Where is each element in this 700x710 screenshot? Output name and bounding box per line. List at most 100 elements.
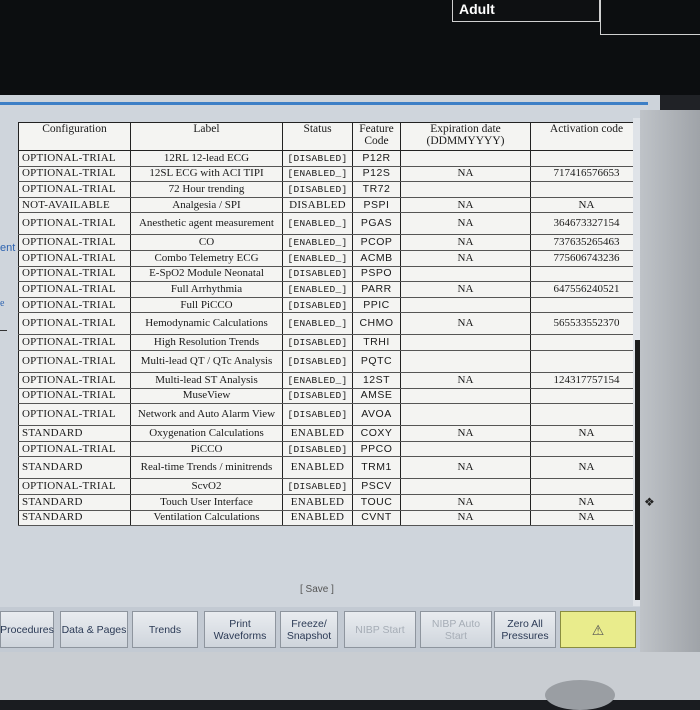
table-row[interactable]: STANDARD Ventilation Calculations ENABLED C…: [18, 510, 643, 527]
table-row[interactable]: OPTIONAL-TRIAL PiCCO [DISABLED] PPCO: [18, 441, 643, 458]
cell-label: Hemodynamic Calculations: [130, 312, 283, 336]
table-row[interactable]: OPTIONAL-TRIAL Anesthetic agent measureme…: [18, 212, 643, 236]
cell-label: Combo Telemetry ECG: [130, 250, 283, 267]
cell-expiration-date: [400, 441, 531, 458]
print-waveforms-button[interactable]: Print Waveforms: [204, 611, 276, 648]
cell-configuration: OPTIONAL-TRIAL: [18, 350, 131, 373]
table-row[interactable]: STANDARD Real-time Trends / minitrends ENA…: [18, 456, 643, 480]
cell-feature-code: TOUC: [352, 494, 401, 511]
cell-activation-code: 717416576653: [530, 166, 643, 183]
nibp-auto-start-button[interactable]: NIBP Auto Start: [420, 611, 492, 648]
table-row[interactable]: NOT-AVAILABLE Analgesia / SPI DISABLED PSPI…: [18, 197, 643, 214]
cell-configuration: NOT-AVAILABLE: [18, 197, 131, 214]
cell-feature-code: PSPO: [352, 266, 401, 283]
col-configuration: Configuration: [18, 122, 131, 151]
table-row[interactable]: OPTIONAL-TRIAL Full Arrhythmia [ENABLED_] P…: [18, 281, 643, 298]
cell-activation-code: 737635265463: [530, 234, 643, 251]
cell-status: [ENABLED_]: [282, 312, 353, 336]
cell-status: [DISABLED]: [282, 478, 353, 495]
table-row[interactable]: STANDARD Touch User Interface ENABLED TOUC N…: [18, 494, 643, 511]
data-pages-button[interactable]: Data & Pages: [60, 611, 128, 648]
save-button[interactable]: [ Save ]: [300, 584, 334, 595]
cell-feature-code: PSPI: [352, 197, 401, 214]
nibp-start-button[interactable]: NIBP Start: [344, 611, 416, 648]
table-row[interactable]: OPTIONAL-TRIAL 12RL 12-lead ECG [DISABLED]…: [18, 150, 643, 167]
table-row[interactable]: OPTIONAL-TRIAL Multi-lead ST Analysis [ENA…: [18, 372, 643, 389]
cell-status: ENABLED: [282, 510, 353, 527]
table-row[interactable]: OPTIONAL-TRIAL CO [ENABLED_] PCOP NA 73763526…: [18, 234, 643, 251]
left-edge-text: ent: [0, 242, 16, 254]
cell-expiration-date: NA: [400, 312, 531, 336]
cell-expiration-date: [400, 388, 531, 405]
cell-activation-code: 647556240521: [530, 281, 643, 298]
cell-configuration: OPTIONAL-TRIAL: [18, 297, 131, 314]
cell-activation-code: [530, 297, 643, 314]
zero-all-pressures-button[interactable]: Zero All Pressures: [494, 611, 556, 648]
cell-status: [DISABLED]: [282, 388, 353, 405]
software-options-table: Configuration Label Status Feature Code …: [18, 122, 643, 527]
freeze-snapshot-button[interactable]: Freeze/ Snapshot: [280, 611, 338, 648]
cell-status: [ENABLED_]: [282, 212, 353, 236]
cell-configuration: OPTIONAL-TRIAL: [18, 212, 131, 236]
cell-activation-code: [530, 266, 643, 283]
cell-label: Multi-lead QT / QTc Analysis: [130, 350, 283, 373]
cell-label: E-SpO2 Module Neonatal: [130, 266, 283, 283]
cell-status: [ENABLED_]: [282, 234, 353, 251]
table-row[interactable]: OPTIONAL-TRIAL E-SpO2 Module Neonatal [DIS…: [18, 266, 643, 283]
cell-feature-code: CVNT: [352, 510, 401, 527]
cell-feature-code: P12S: [352, 166, 401, 183]
patient-category-label[interactable]: Adult: [452, 0, 600, 22]
cell-activation-code: [530, 181, 643, 198]
cell-expiration-date: NA: [400, 197, 531, 214]
cell-label: 72 Hour trending: [130, 181, 283, 198]
cell-expiration-date: [400, 478, 531, 495]
col-label: Label: [130, 122, 283, 151]
table-row[interactable]: OPTIONAL-TRIAL 12SL ECG with ACI TIPI [ENA…: [18, 166, 643, 183]
cell-activation-code: [530, 403, 643, 427]
table-row[interactable]: OPTIONAL-TRIAL Hemodynamic Calculations [E…: [18, 312, 643, 336]
table-row[interactable]: OPTIONAL-TRIAL MuseView [DISABLED] AMSE: [18, 388, 643, 405]
cell-configuration: OPTIONAL-TRIAL: [18, 266, 131, 283]
cell-feature-code: P12R: [352, 150, 401, 167]
cell-configuration: OPTIONAL-TRIAL: [18, 166, 131, 183]
table-row[interactable]: OPTIONAL-TRIAL Combo Telemetry ECG [ENABLE…: [18, 250, 643, 267]
cell-feature-code: CHMO: [352, 312, 401, 336]
cell-label: CO: [130, 234, 283, 251]
cell-activation-code: [530, 478, 643, 495]
table-row[interactable]: OPTIONAL-TRIAL High Resolution Trends [DIS…: [18, 334, 643, 351]
cell-activation-code: [530, 150, 643, 167]
cell-configuration: STANDARD: [18, 456, 131, 480]
table-row[interactable]: OPTIONAL-TRIAL 72 Hour trending [DISABLED]…: [18, 181, 643, 198]
cell-expiration-date: NA: [400, 510, 531, 527]
table-row[interactable]: OPTIONAL-TRIAL ScvO2 [DISABLED] PSCV: [18, 478, 643, 495]
bell-alarm-icon[interactable]: ⚠: [560, 611, 636, 648]
cell-configuration: OPTIONAL-TRIAL: [18, 312, 131, 336]
cell-status: [DISABLED]: [282, 181, 353, 198]
table-row[interactable]: STANDARD Oxygenation Calculations ENABLED C…: [18, 425, 643, 442]
procedures-button[interactable]: Procedures: [0, 611, 54, 648]
cell-expiration-date: NA: [400, 234, 531, 251]
cell-feature-code: COXY: [352, 425, 401, 442]
cell-expiration-date: NA: [400, 250, 531, 267]
cell-activation-code: NA: [530, 456, 643, 480]
cell-configuration: OPTIONAL-TRIAL: [18, 250, 131, 267]
cell-status: [DISABLED]: [282, 350, 353, 373]
cell-label: Touch User Interface: [130, 494, 283, 511]
cell-configuration: STANDARD: [18, 510, 131, 527]
cell-activation-code: 364673327154: [530, 212, 643, 236]
cell-label: 12RL 12-lead ECG: [130, 150, 283, 167]
table-row[interactable]: OPTIONAL-TRIAL Network and Auto Alarm Vie…: [18, 403, 643, 427]
trends-button[interactable]: Trends: [132, 611, 198, 648]
cell-activation-code: 565533552370: [530, 312, 643, 336]
cell-configuration: OPTIONAL-TRIAL: [18, 334, 131, 351]
header-frame: [600, 0, 700, 35]
cell-label: Anesthetic agent measurement: [130, 212, 283, 236]
cell-label: Full Arrhythmia: [130, 281, 283, 298]
table-row[interactable]: OPTIONAL-TRIAL Multi-lead QT / QTc Analys…: [18, 350, 643, 373]
cell-expiration-date: [400, 150, 531, 167]
trim-knob[interactable]: [545, 680, 615, 710]
cell-status: ENABLED: [282, 425, 353, 442]
cell-feature-code: TRHI: [352, 334, 401, 351]
cell-configuration: STANDARD: [18, 494, 131, 511]
table-row[interactable]: OPTIONAL-TRIAL Full PiCCO [DISABLED] PPIC: [18, 297, 643, 314]
